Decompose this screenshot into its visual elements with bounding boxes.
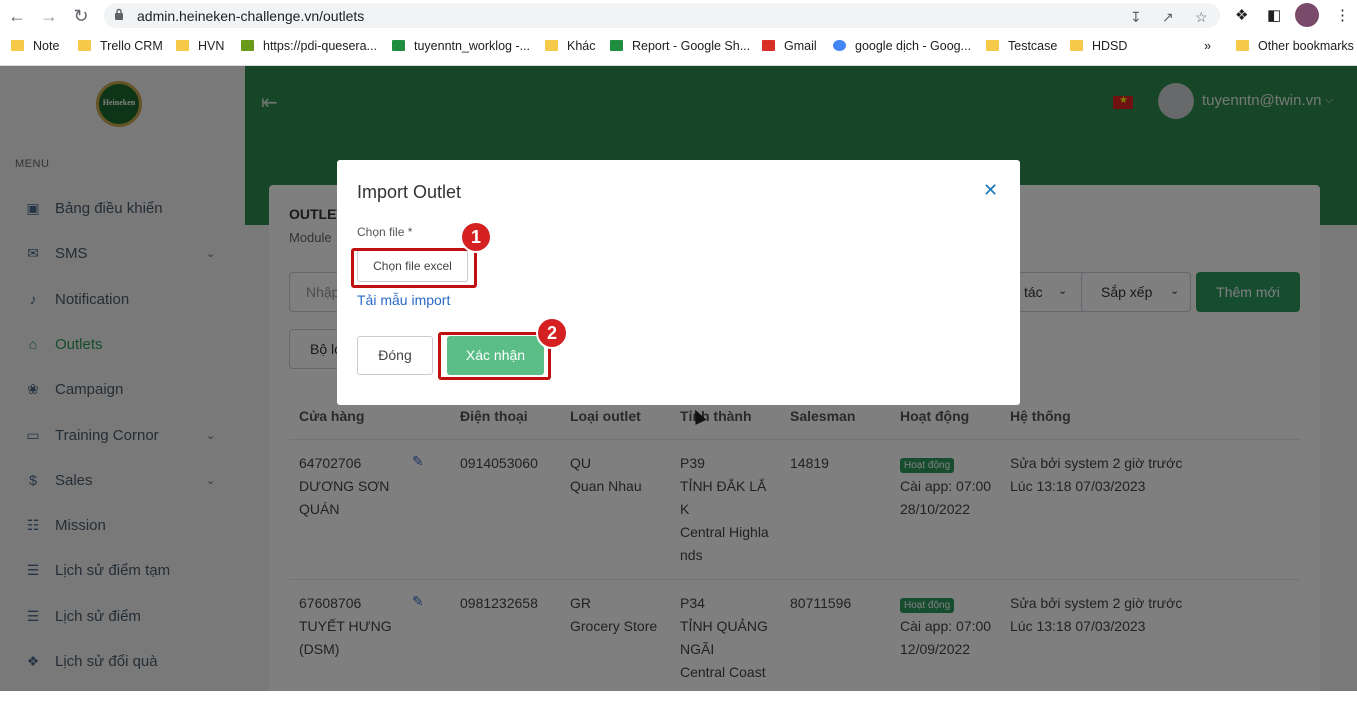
download-template-link[interactable]: Tải mẫu import xyxy=(357,292,450,308)
folder-icon xyxy=(1236,40,1249,51)
bookmark[interactable]: Gmail xyxy=(762,39,817,53)
site-icon xyxy=(241,40,254,51)
folder-icon xyxy=(176,40,189,51)
folder-icon xyxy=(78,40,91,51)
bookmark[interactable]: Khác xyxy=(545,39,596,53)
bookmark[interactable]: google dịch - Goog... xyxy=(833,39,971,53)
sheets-icon xyxy=(610,40,623,51)
folder-icon xyxy=(11,40,24,51)
bookmark[interactable]: Testcase xyxy=(986,39,1057,53)
import-outlet-modal: Import Outlet ✕ Chọn file * Chọn file ex… xyxy=(337,160,1020,405)
back-icon[interactable]: ← xyxy=(6,5,28,27)
lock-icon xyxy=(115,8,123,20)
close-icon[interactable]: ✕ xyxy=(983,180,998,201)
folder-icon xyxy=(545,40,558,51)
folder-icon xyxy=(1070,40,1083,51)
forward-icon[interactable]: → xyxy=(38,5,60,27)
install-icon[interactable]: ↧ xyxy=(1130,9,1142,26)
bookmark[interactable]: tuyenntn_worklog -... xyxy=(392,39,530,53)
profile-avatar[interactable] xyxy=(1295,3,1319,27)
reload-icon[interactable]: ↻ xyxy=(70,5,92,27)
sheets-icon xyxy=(392,40,405,51)
browser-chrome: ← → ↻ admin.heineken-challenge.vn/outlet… xyxy=(0,0,1357,66)
bookmark[interactable]: Note xyxy=(11,39,59,53)
share-icon[interactable]: ↗ xyxy=(1162,9,1174,26)
other-bookmarks[interactable]: Other bookmarks xyxy=(1236,39,1354,53)
bookmark[interactable]: Report - Google Sh... xyxy=(610,39,750,53)
close-button[interactable]: Đóng xyxy=(357,336,433,375)
address-bar[interactable]: admin.heineken-challenge.vn/outlets ↧ ↗ … xyxy=(104,3,1220,28)
bookmarks-bar: Note Trello CRM HVN https://pdi-quesera.… xyxy=(0,36,1357,58)
extensions-icon[interactable]: ❖ xyxy=(1235,6,1248,24)
gmail-icon xyxy=(762,40,775,51)
callout-number-2: 2 xyxy=(536,317,568,349)
folder-icon xyxy=(986,40,999,51)
url-text: admin.heineken-challenge.vn/outlets xyxy=(137,8,365,24)
star-icon[interactable]: ☆ xyxy=(1195,9,1208,26)
google-icon xyxy=(833,40,846,51)
bookmark[interactable]: https://pdi-quesera... xyxy=(241,39,377,53)
callout-number-1: 1 xyxy=(460,221,492,253)
file-field-label: Chọn file * xyxy=(357,225,413,239)
callout-highlight-1 xyxy=(351,248,477,288)
bookmark[interactable]: HVN xyxy=(176,39,224,53)
bookmarks-overflow[interactable]: » xyxy=(1204,39,1211,53)
callout-highlight-2 xyxy=(438,332,551,380)
modal-title: Import Outlet xyxy=(357,182,462,202)
side-panel-icon[interactable]: ◧ xyxy=(1267,6,1281,24)
bookmark[interactable]: Trello CRM xyxy=(78,39,163,53)
bookmark[interactable]: HDSD xyxy=(1070,39,1127,53)
more-menu-icon[interactable]: ⋮ xyxy=(1335,6,1350,24)
